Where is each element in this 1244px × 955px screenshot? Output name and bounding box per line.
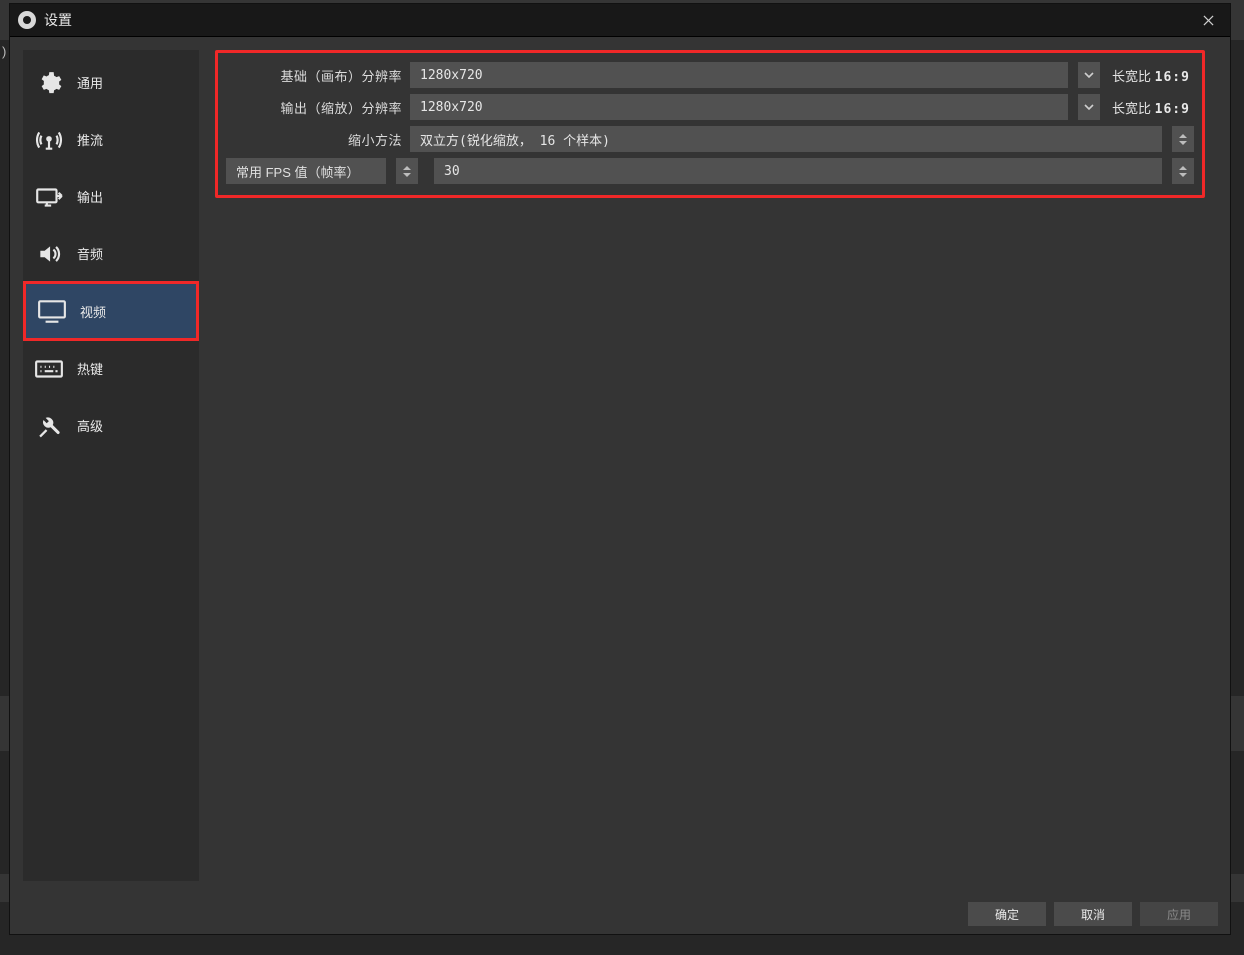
content: 基础（画布）分辨率 1280x720 长宽比 16:9 输出（缩放）分辨率 12… (199, 37, 1230, 894)
background-text: ) (2, 44, 6, 59)
chevron-down-icon (1083, 101, 1095, 113)
broadcast-icon (31, 126, 67, 154)
output-resolution-dropdown-button[interactable] (1078, 94, 1100, 120)
sidebar-item-audio[interactable]: 音频 (23, 225, 199, 282)
output-resolution-combo[interactable]: 1280x720 (410, 94, 1068, 120)
sidebar-item-video[interactable]: 视频 (23, 281, 199, 341)
audio-icon (31, 240, 67, 268)
downscale-value: 双立方(锐化缩放， 16 个样本) (420, 130, 1152, 149)
sidebar-item-output[interactable]: 输出 (23, 168, 199, 225)
chevron-down-icon (1179, 141, 1187, 145)
sidebar-item-hotkeys[interactable]: 热键 (23, 340, 199, 397)
sidebar-item-label: 通用 (77, 73, 103, 92)
sidebar: 通用 推流 输出 音频 (23, 50, 199, 881)
output-resolution-row: 输出（缩放）分辨率 1280x720 长宽比 16:9 (226, 91, 1194, 123)
app-icon (18, 11, 36, 29)
sidebar-item-label: 音频 (77, 244, 103, 263)
chevron-down-icon (1083, 69, 1095, 81)
downscale-row: 缩小方法 双立方(锐化缩放， 16 个样本) (226, 123, 1194, 155)
fps-type-label: 常用 FPS 值（帧率） (236, 162, 360, 181)
cancel-button[interactable]: 取消 (1054, 902, 1132, 926)
sidebar-item-stream[interactable]: 推流 (23, 111, 199, 168)
base-resolution-dropdown-button[interactable] (1078, 62, 1100, 88)
monitor-icon (34, 297, 70, 325)
output-icon (31, 183, 67, 211)
output-aspect: 长宽比 16:9 (1108, 98, 1194, 117)
chevron-down-icon (1179, 173, 1187, 177)
sidebar-item-label: 视频 (80, 302, 106, 321)
sidebar-item-label: 高级 (77, 416, 103, 435)
fps-value-spinner[interactable] (1172, 158, 1194, 184)
base-resolution-value: 1280x720 (420, 68, 1058, 83)
settings-window: 设置 通用 推流 输出 (9, 3, 1231, 935)
titlebar: 设置 (10, 4, 1230, 37)
sidebar-item-label: 热键 (77, 359, 103, 378)
tools-icon (31, 412, 67, 440)
downscale-combo[interactable]: 双立方(锐化缩放， 16 个样本) (410, 126, 1162, 152)
chevron-up-icon (403, 166, 411, 170)
ok-button[interactable]: 确定 (968, 902, 1046, 926)
base-aspect: 长宽比 16:9 (1108, 66, 1194, 85)
sidebar-item-advanced[interactable]: 高级 (23, 397, 199, 454)
fps-value: 30 (444, 164, 1152, 179)
chevron-up-icon (1179, 134, 1187, 138)
base-resolution-row: 基础（画布）分辨率 1280x720 长宽比 16:9 (226, 59, 1194, 91)
base-resolution-combo[interactable]: 1280x720 (410, 62, 1068, 88)
fps-row: 常用 FPS 值（帧率） 30 (226, 155, 1194, 187)
close-button[interactable] (1186, 4, 1230, 37)
output-resolution-label: 输出（缩放）分辨率 (226, 98, 402, 117)
close-icon (1203, 15, 1214, 26)
window-title: 设置 (44, 10, 72, 30)
downscale-spinner[interactable] (1172, 126, 1194, 152)
downscale-label: 缩小方法 (226, 130, 402, 149)
fps-type-spinner[interactable] (396, 158, 418, 184)
sidebar-item-label: 输出 (77, 187, 103, 206)
fps-type-combo[interactable]: 常用 FPS 值（帧率） (226, 158, 386, 184)
base-resolution-label: 基础（画布）分辨率 (226, 66, 402, 85)
output-resolution-value: 1280x720 (420, 100, 1058, 115)
sidebar-item-general[interactable]: 通用 (23, 54, 199, 111)
fps-value-combo[interactable]: 30 (434, 158, 1162, 184)
sidebar-item-label: 推流 (77, 130, 103, 149)
gear-icon (31, 69, 67, 97)
apply-button: 应用 (1140, 902, 1218, 926)
chevron-up-icon (1179, 166, 1187, 170)
keyboard-icon (31, 355, 67, 383)
footer: 确定 取消 应用 (10, 894, 1230, 934)
highlighted-settings-group: 基础（画布）分辨率 1280x720 长宽比 16:9 输出（缩放）分辨率 12… (215, 50, 1205, 198)
chevron-down-icon (403, 173, 411, 177)
